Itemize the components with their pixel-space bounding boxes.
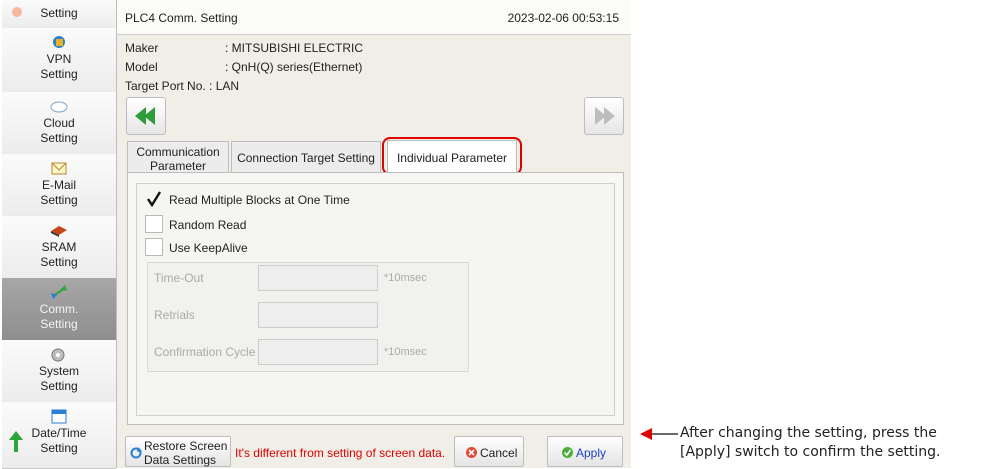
annotation-line: After changing the setting, press the [680,425,937,441]
button-label: Apply [576,446,607,460]
sidebar-item-label: Setting [40,131,78,145]
sidebar-item-email[interactable]: E-Mail Setting [2,154,116,217]
port-label: Target Port No. [125,79,206,93]
highlight-box [382,137,522,175]
button-label: Data Settings [144,453,217,467]
sidebar-item-system[interactable]: System Setting [2,340,116,403]
keepalive-group: Time-Out *10msec Retrials Confirmation C… [147,262,469,372]
cloud-icon [50,101,68,113]
retrials-label: Retrials [154,308,195,322]
annotation-text: After changing the setting, press the [A… [680,424,941,462]
tab-label: Communication [136,145,220,159]
datetime-display: 2023-02-06 00:53:15 [507,11,619,25]
model-row: Model : QnH(Q) series(Ethernet) [125,60,362,74]
cancel-button[interactable]: Cancel [454,436,524,467]
calendar-icon [51,409,67,424]
sidebar: Setting VPN Setting Cloud Setting E-Mail… [2,0,117,469]
next-button[interactable] [584,97,624,135]
individual-parameter-panel: Read Multiple Blocks at One Time Random … [127,172,624,425]
retrials-input[interactable] [258,302,378,328]
tab-communication-parameter[interactable]: Communication Parameter [127,141,229,173]
parameter-area: Read Multiple Blocks at One Time Random … [136,183,615,416]
checkbox-label: Random Read [169,218,247,232]
sidebar-item-label: Cloud [43,116,75,130]
restore-screen-data-button[interactable]: Restore Screen Data Settings [125,436,231,467]
sidebar-item-label: Setting [40,67,78,81]
sidebar-item-cloud[interactable]: Cloud Setting [2,92,116,155]
cancel-icon [466,447,477,458]
sidebar-item-comm[interactable]: Comm. Setting [2,278,116,341]
bottom-bar: Restore Screen Data Settings It's differ… [117,432,631,468]
apply-icon [562,447,573,458]
comm-icon [51,285,67,299]
mail-icon [51,162,67,175]
tab-label: Parameter [149,159,207,173]
sidebar-item-label: Setting [40,255,78,269]
prev-button[interactable] [126,97,166,135]
timeout-unit: *10msec [384,272,427,284]
checkbox[interactable] [145,190,163,208]
confirmation-cycle-label: Confirmation Cycle [154,345,256,359]
maker-value: : MITSUBISHI ELECTRIC [225,41,364,55]
tab-connection-target-setting[interactable]: Connection Target Setting [231,141,381,172]
sidebar-item-setting[interactable]: Setting [2,0,116,29]
callout-arrow-icon [640,428,678,440]
confirmation-cycle-unit: *10msec [384,346,427,358]
sidebar-item-label: Comm. [39,302,79,316]
checkbox-label: Read Multiple Blocks at One Time [169,193,350,207]
main-panel: PLC4 Comm. Setting 2023-02-06 00:53:15 M… [117,0,631,468]
setting-icon [12,7,22,17]
sidebar-item-label: SRAM [41,240,77,254]
sidebar-item-label: System [38,364,79,378]
button-label: Cancel [480,446,518,460]
checkbox[interactable] [145,238,163,256]
checkbox[interactable] [145,215,163,233]
title-bar: PLC4 Comm. Setting 2023-02-06 00:53:15 [117,0,631,35]
double-right-arrow-icon [595,107,615,125]
sram-icon [51,226,67,237]
checkbox-label: Use KeepAlive [169,241,248,255]
timeout-label: Time-Out [154,271,204,285]
sidebar-item-label: Setting [40,379,78,393]
sidebar-item-label: VPN [46,52,72,66]
annotation-line: [Apply] switch to confirm the setting. [680,444,941,460]
model-label: Model [125,60,158,74]
sidebar-item-vpn[interactable]: VPN Setting [2,28,116,93]
sidebar-item-sram[interactable]: SRAM Setting [2,216,116,279]
port-value: : LAN [209,79,240,93]
sidebar-item-label: Setting [40,317,78,331]
maker-row: Maker : MITSUBISHI ELECTRIC [125,41,363,55]
sidebar-item-label: E-Mail [41,178,76,192]
gear-icon [51,348,65,362]
page-title: PLC4 Comm. Setting [125,11,238,25]
model-value: : QnH(Q) series(Ethernet) [225,60,363,74]
vpn-icon [53,36,65,48]
checkmark-icon [147,191,162,208]
sidebar-item-label: Setting [40,193,78,207]
button-label: Restore Screen [144,439,228,453]
timeout-input[interactable] [258,265,378,291]
difference-message: It's different from setting of screen da… [235,446,446,460]
scroll-up-icon[interactable] [8,430,24,452]
port-row: Target Port No. : LAN [125,79,239,93]
tab-label: Connection Target Setting [237,151,375,165]
double-left-arrow-icon [135,107,155,125]
restore-icon [130,447,142,459]
confirmation-cycle-input[interactable] [258,339,378,365]
maker-label: Maker [125,41,159,55]
apply-button[interactable]: Apply [547,436,623,467]
